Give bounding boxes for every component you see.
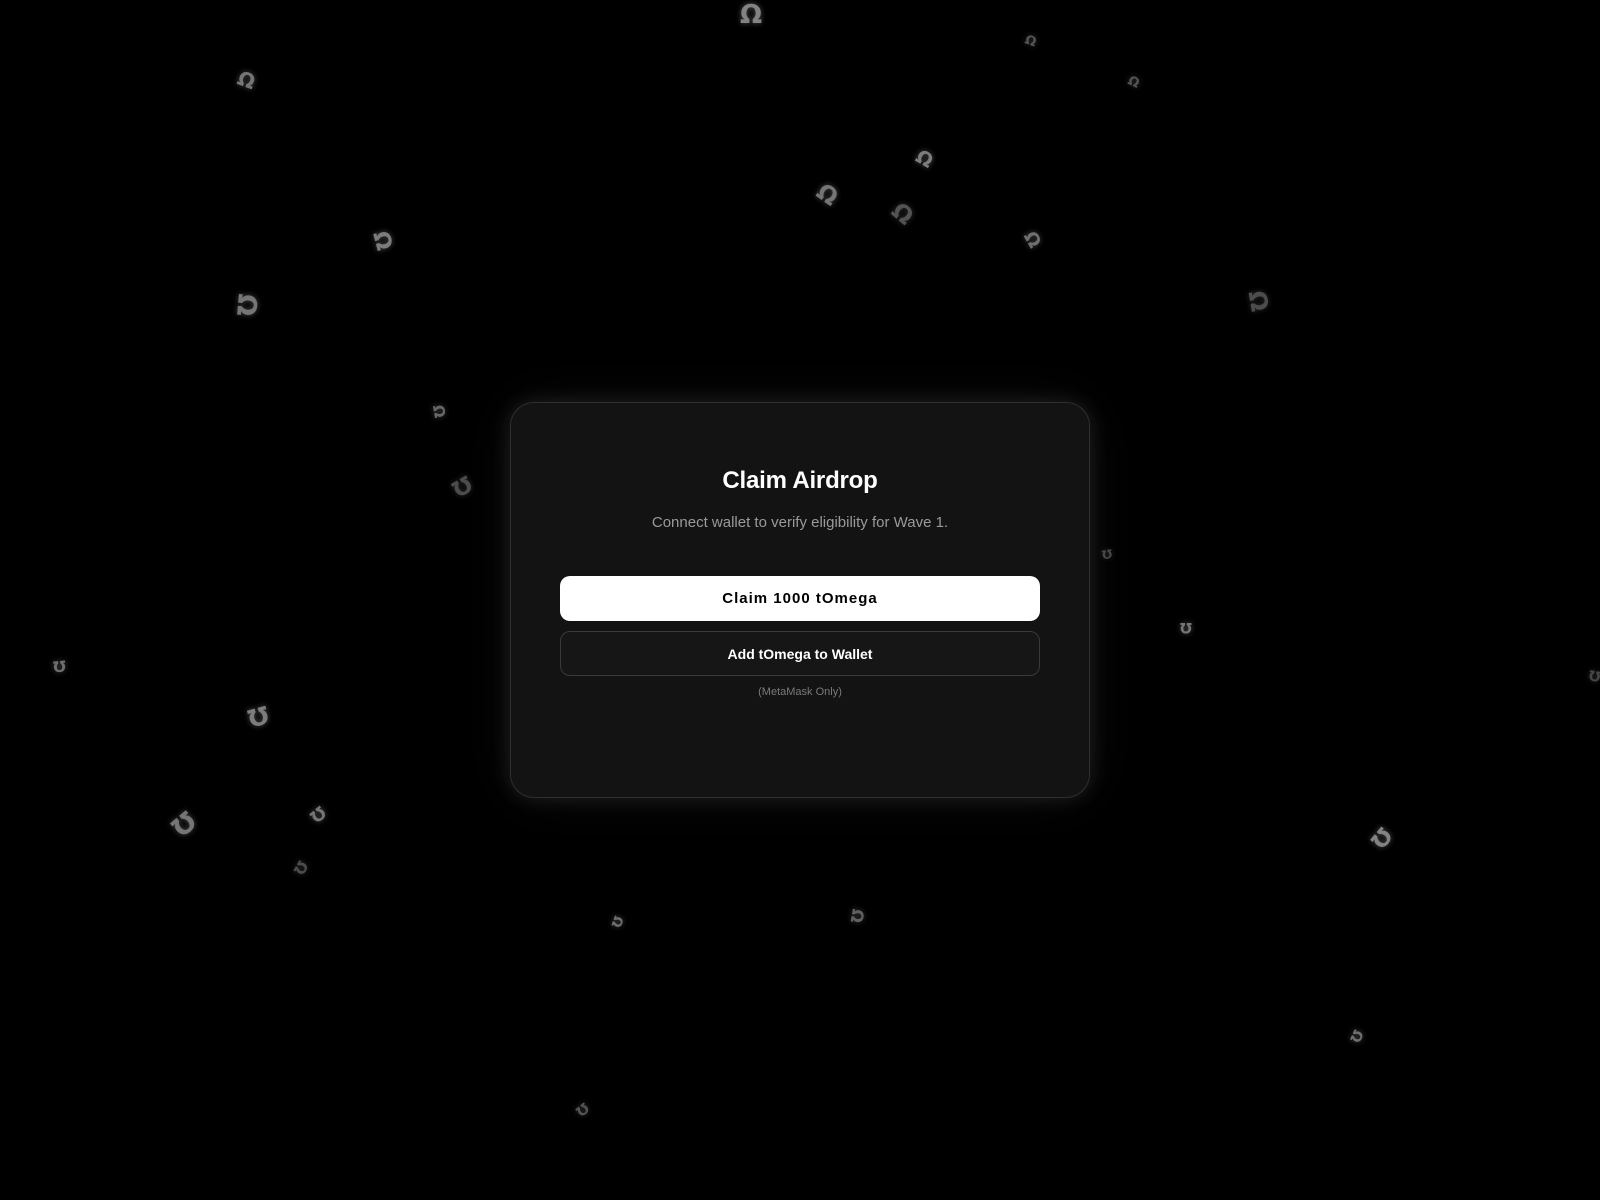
omega-symbol-icon: Ω	[447, 469, 476, 501]
airdrop-page: ΩΩΩΩΩΩΩΩΩΩΩΩΩΩΩΩΩΩΩΩΩΩΩΩΩΩ Claim Airdrop…	[0, 0, 1600, 1200]
omega-symbol-icon: Ω	[607, 913, 626, 930]
omega-symbol-icon: Ω	[164, 804, 202, 842]
omega-symbol-icon: Ω	[911, 145, 937, 173]
omega-symbol-icon: Ω	[52, 656, 67, 676]
omega-symbol-icon: Ω	[740, 0, 763, 30]
add-token-to-wallet-button[interactable]: Add tOmega to Wallet	[560, 631, 1040, 676]
omega-symbol-icon: Ω	[289, 857, 312, 878]
omega-symbol-icon: Ω	[1125, 73, 1142, 92]
omega-symbol-icon: Ω	[1242, 288, 1274, 314]
omega-symbol-icon: Ω	[244, 699, 272, 733]
omega-symbol-icon: Ω	[428, 403, 449, 420]
omega-symbol-icon: Ω	[846, 907, 868, 925]
omega-symbol-icon: Ω	[1180, 619, 1192, 635]
omega-symbol-icon: Ω	[886, 197, 918, 231]
omega-symbol-icon: Ω	[811, 178, 843, 212]
omega-symbol-icon: Ω	[1019, 227, 1046, 252]
omega-symbol-icon: Ω	[1587, 666, 1600, 684]
omega-symbol-icon: Ω	[1022, 32, 1039, 51]
omega-symbol-icon: Ω	[230, 292, 262, 318]
omega-symbol-icon: Ω	[572, 1099, 592, 1119]
omega-symbol-icon: Ω	[234, 65, 259, 95]
card-title: Claim Airdrop	[722, 467, 878, 494]
omega-symbol-icon: Ω	[1100, 546, 1114, 562]
claim-button[interactable]: Claim 1000 tOmega	[560, 576, 1040, 621]
metamask-only-note: (MetaMask Only)	[758, 686, 842, 698]
omega-symbol-icon: Ω	[1346, 1027, 1366, 1045]
omega-symbol-icon: Ω	[1365, 822, 1397, 853]
omega-symbol-icon: Ω	[367, 228, 397, 254]
card-subtitle: Connect wallet to verify eligibility for…	[651, 514, 949, 531]
omega-symbol-icon: Ω	[305, 801, 330, 827]
claim-airdrop-card: Claim Airdrop Connect wallet to verify e…	[510, 402, 1090, 798]
